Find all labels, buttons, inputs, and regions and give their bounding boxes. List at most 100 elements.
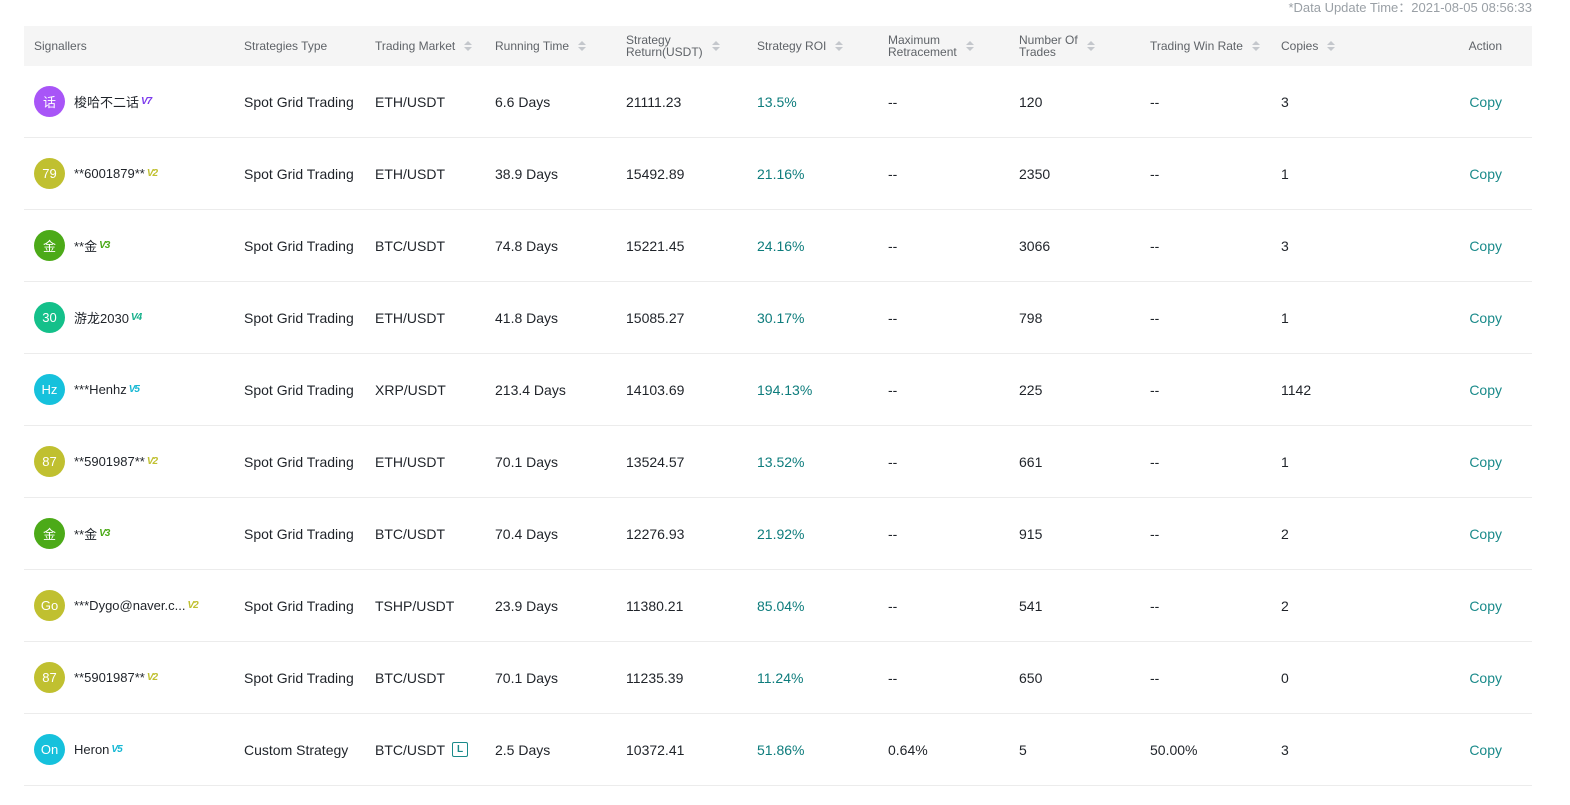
trading-win-rate: -- [1150,237,1160,254]
signaller-cell[interactable]: 金 **金 V3 [24,518,234,549]
action-cell: Copy [1402,94,1512,110]
copy-button[interactable]: Copy [1469,742,1502,758]
maximum-retracement: -- [888,525,898,542]
copy-button[interactable]: Copy [1469,310,1502,326]
strategy-type: Spot Grid Trading [244,165,354,182]
copy-button[interactable]: Copy [1469,670,1502,686]
signaller-name[interactable]: **金 [74,524,97,543]
signaller-name[interactable]: 梭哈不二话 [74,92,139,111]
strategy-roi: 194.13% [757,381,813,398]
strategy-roi: 51.86% [757,741,805,758]
avatar[interactable]: 87 [34,662,65,693]
sort-arrows-icon[interactable] [711,41,720,51]
sort-arrows-icon[interactable] [1086,41,1095,51]
column-header-label: Strategy ROI [757,40,826,52]
trading-market-cell: ETH/USDT [365,94,485,110]
signaller-name[interactable]: **金 [74,236,97,255]
maximum-retracement: -- [888,237,898,254]
signaller-cell[interactable]: 30 游龙2030 V4 [24,302,234,333]
running-time: 38.9 Days [495,165,559,182]
running-time: 74.8 Days [495,237,559,254]
vip-level-icon: V3 [99,240,110,251]
strategy-return: 11235.39 [626,669,684,686]
avatar[interactable]: On [34,734,65,765]
trading-market-cell: XRP/USDT [365,382,485,398]
trading-win-rate: -- [1150,525,1160,542]
column-header-win_rate[interactable]: Trading Win Rate [1140,40,1271,52]
trading-win-rate: -- [1150,165,1160,182]
signaller-name[interactable]: ***Henhz [74,382,127,397]
signaller-cell[interactable]: Hz ***Henhz V5 [24,374,234,405]
column-header-roi[interactable]: Strategy ROI [747,40,878,52]
action-cell: Copy [1402,310,1512,326]
avatar[interactable]: 79 [34,158,65,189]
copy-button[interactable]: Copy [1469,526,1502,542]
signaller-cell[interactable]: 金 **金 V3 [24,230,234,261]
leverage-badge: L [452,742,468,757]
strategy-roi: 24.16% [757,237,805,254]
copy-button[interactable]: Copy [1469,598,1502,614]
sort-arrows-icon[interactable] [1327,41,1336,51]
column-header-copies[interactable]: Copies [1271,40,1402,52]
signaller-name[interactable]: **5901987** [74,670,145,685]
copy-button[interactable]: Copy [1469,94,1502,110]
trading-win-rate: -- [1150,597,1160,614]
action-cell: Copy [1402,166,1512,182]
strategy-type: Spot Grid Trading [244,669,354,686]
column-header-return[interactable]: Strategy Return(USDT) [616,34,747,58]
signaller-name[interactable]: **5901987** [74,454,145,469]
avatar[interactable]: 话 [34,86,65,117]
column-header-label: Copies [1281,40,1318,52]
avatar[interactable]: 金 [34,518,65,549]
signaller-cell[interactable]: 87 **5901987** V2 [24,446,234,477]
trading-market: TSHP/USDT [375,597,455,614]
trading-market-cell: BTC/USDT [365,238,485,254]
number-of-trades: 2350 [1019,165,1051,182]
maximum-retracement: 0.64% [888,741,928,758]
column-header-trades[interactable]: Number Of Trades [1009,34,1140,58]
sort-arrows-icon[interactable] [965,41,974,51]
avatar[interactable]: 金 [34,230,65,261]
trading-market: BTC/USDT [375,237,445,254]
copy-button[interactable]: Copy [1469,238,1502,254]
trading-market: ETH/USDT [375,309,445,326]
table-row: Go ***Dygo@naver.c... V2 Spot Grid Tradi… [24,570,1532,642]
strategy-roi: 85.04% [757,597,805,614]
column-header-market[interactable]: Trading Market [365,40,485,52]
strategy-return: 21111.23 [626,93,682,110]
signaller-cell[interactable]: On Heron V5 [24,734,234,765]
vip-level-icon: V4 [130,312,142,323]
trading-market: BTC/USDT [375,741,445,758]
signaller-name[interactable]: **6001879** [74,166,145,181]
signaller-name[interactable]: Heron [74,742,109,757]
copy-button[interactable]: Copy [1469,382,1502,398]
column-header-label: Strategy Return(USDT) [626,34,703,58]
signaller-cell[interactable]: 话 梭哈不二话 V7 [24,86,234,117]
maximum-retracement: -- [888,597,898,614]
sort-arrows-icon[interactable] [835,41,844,51]
avatar[interactable]: 87 [34,446,65,477]
signaller-name[interactable]: 游龙2030 [74,308,129,327]
column-header-label: Action [1469,40,1502,52]
signaller-cell[interactable]: Go ***Dygo@naver.c... V2 [24,590,234,621]
trading-market-cell: ETH/USDT [365,166,485,182]
number-of-trades: 650 [1019,669,1043,686]
avatar[interactable]: Hz [34,374,65,405]
copy-button[interactable]: Copy [1469,454,1502,470]
sort-arrows-icon[interactable] [578,41,587,51]
running-time: 213.4 Days [495,381,566,398]
avatar[interactable]: 30 [34,302,65,333]
column-header-running[interactable]: Running Time [485,40,616,52]
copy-button[interactable]: Copy [1469,166,1502,182]
sort-arrows-icon[interactable] [1251,41,1260,51]
trading-win-rate: -- [1150,669,1160,686]
sort-arrows-icon[interactable] [464,41,473,51]
trading-market-cell: BTC/USDT [365,526,485,542]
trading-market-cell: TSHP/USDT [365,598,485,614]
avatar[interactable]: Go [34,590,65,621]
signaller-cell[interactable]: 87 **5901987** V2 [24,662,234,693]
signaller-cell[interactable]: 79 **6001879** V2 [24,158,234,189]
copies-count: 3 [1281,741,1289,758]
signaller-name[interactable]: ***Dygo@naver.c... [74,598,185,613]
column-header-retracement[interactable]: Maximum Retracement [878,34,1009,58]
